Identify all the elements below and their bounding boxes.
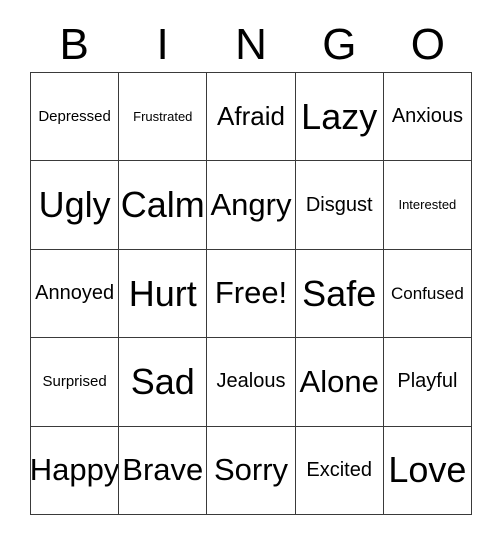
bingo-cell[interactable]: Surprised xyxy=(31,338,120,427)
bingo-cell[interactable]: Afraid xyxy=(207,73,296,162)
bingo-cell-label: Afraid xyxy=(217,101,285,132)
bingo-cell-label: Sorry xyxy=(213,452,289,488)
bingo-header-letter-n: N xyxy=(235,20,267,69)
bingo-cell-label: Love xyxy=(388,449,467,491)
bingo-cell-label: Excited xyxy=(306,458,372,481)
bingo-cell[interactable]: Frustrated xyxy=(119,73,208,162)
bingo-cell[interactable]: Anxious xyxy=(383,73,472,162)
bingo-cell[interactable]: Brave xyxy=(119,426,208,515)
bingo-cell[interactable]: Hurt xyxy=(119,249,208,339)
bingo-cell[interactable]: Safe xyxy=(295,249,384,339)
bingo-cell-label: Depressed xyxy=(38,107,111,125)
bingo-cell[interactable]: Depressed xyxy=(31,73,120,162)
bingo-cell[interactable]: Confused xyxy=(383,249,472,339)
bingo-cell-label: Happy xyxy=(31,452,120,488)
bingo-cell-label: Annoyed xyxy=(35,281,115,304)
bingo-cell-label: Playful xyxy=(397,370,458,393)
bingo-cell-label: Angry xyxy=(210,186,292,222)
bingo-cell-label: Ugly xyxy=(38,184,111,226)
bingo-cell[interactable]: Ugly xyxy=(31,161,120,250)
bingo-header-letter-o: O xyxy=(410,20,445,69)
bingo-cell-label: Confused xyxy=(391,283,464,303)
bingo-cell[interactable]: Calm xyxy=(119,161,208,250)
bingo-header-letter-b: B xyxy=(59,20,89,69)
bingo-cell[interactable]: Playful xyxy=(383,338,472,427)
bingo-cell-label: Lazy xyxy=(301,95,378,137)
bingo-cell-label: Brave xyxy=(122,452,204,488)
bingo-cell[interactable]: Annoyed xyxy=(31,249,120,339)
bingo-cell[interactable]: Love xyxy=(383,426,472,515)
bingo-cell[interactable]: Happy xyxy=(31,426,120,515)
bingo-cell-label: Surprised xyxy=(42,373,107,391)
bingo-cell-label: Safe xyxy=(302,272,377,314)
bingo-header-row: B I N G O xyxy=(30,18,472,72)
bingo-cell[interactable]: Lazy xyxy=(295,73,384,162)
bingo-grid: Depressed Frustrated Afraid Lazy Anxious… xyxy=(30,72,472,515)
bingo-cell[interactable]: Sorry xyxy=(207,426,296,515)
bingo-free-space-label: Free! xyxy=(214,275,288,311)
bingo-cell-label: Calm xyxy=(120,184,205,226)
bingo-cell-label: Hurt xyxy=(128,272,197,314)
bingo-cell[interactable]: Sad xyxy=(119,338,208,427)
bingo-cell[interactable]: Angry xyxy=(207,161,296,250)
bingo-cell[interactable]: Disgust xyxy=(295,161,384,250)
bingo-cell-label: Frustrated xyxy=(133,108,193,124)
bingo-cell-label: Jealous xyxy=(216,370,286,393)
bingo-cell-label: Interested xyxy=(398,197,457,213)
bingo-header-letter-i: I xyxy=(156,20,169,69)
bingo-cell-label: Disgust xyxy=(305,193,373,216)
bingo-cell[interactable]: Alone xyxy=(295,338,384,427)
bingo-card: B I N G O Depressed Frustrated Afraid La… xyxy=(0,0,500,544)
bingo-cell[interactable]: Jealous xyxy=(207,338,296,427)
bingo-cell-label: Anxious xyxy=(391,105,463,128)
bingo-cell-label: Sad xyxy=(130,360,195,402)
bingo-cell[interactable]: Interested xyxy=(383,161,472,250)
bingo-cell[interactable]: Excited xyxy=(295,426,384,515)
bingo-cell-label: Alone xyxy=(299,363,379,399)
bingo-free-space-cell[interactable]: Free! xyxy=(207,249,296,339)
bingo-header-letter-g: G xyxy=(322,20,357,69)
